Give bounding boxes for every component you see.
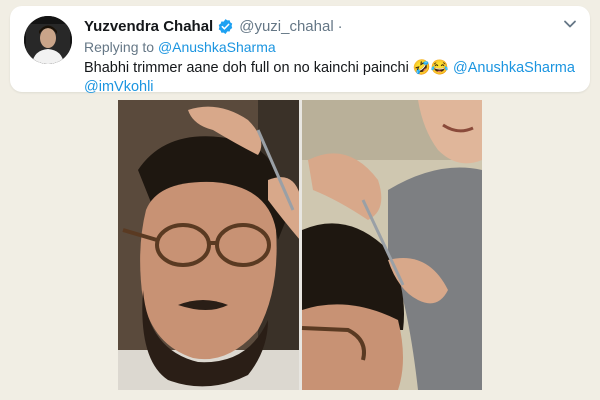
replying-to-line: Replying to @AnushkaSharma — [84, 39, 276, 55]
tweet-text: Bhabhi trimmer aane doh full on no kainc… — [84, 59, 579, 97]
verified-badge-icon — [217, 18, 234, 35]
tweet-text-main: Bhabhi trimmer aane doh full on no kainc… — [84, 60, 409, 76]
tweet-emojis: 🤣😂 — [412, 60, 449, 76]
chevron-down-icon[interactable] — [562, 16, 578, 32]
tweet-media-image[interactable] — [118, 100, 482, 390]
media-left-panel — [118, 100, 300, 390]
tweet-card: Yuzvendra Chahal @yuzi_chahal · Replying… — [10, 6, 590, 95]
author-avatar[interactable] — [24, 16, 72, 64]
author-name[interactable]: Yuzvendra Chahal — [84, 18, 213, 35]
replying-to-mention[interactable]: @AnushkaSharma — [158, 39, 276, 55]
author-handle[interactable]: @yuzi_chahal — [239, 18, 333, 35]
tweet-header: Yuzvendra Chahal @yuzi_chahal · — [84, 16, 343, 36]
separator-dot: · — [337, 17, 343, 35]
mention-anushka[interactable]: @AnushkaSharma — [453, 60, 575, 76]
mention-virat[interactable]: @imVkohli — [84, 79, 154, 95]
media-right-panel — [301, 100, 482, 390]
replying-prefix: Replying to — [84, 39, 155, 55]
